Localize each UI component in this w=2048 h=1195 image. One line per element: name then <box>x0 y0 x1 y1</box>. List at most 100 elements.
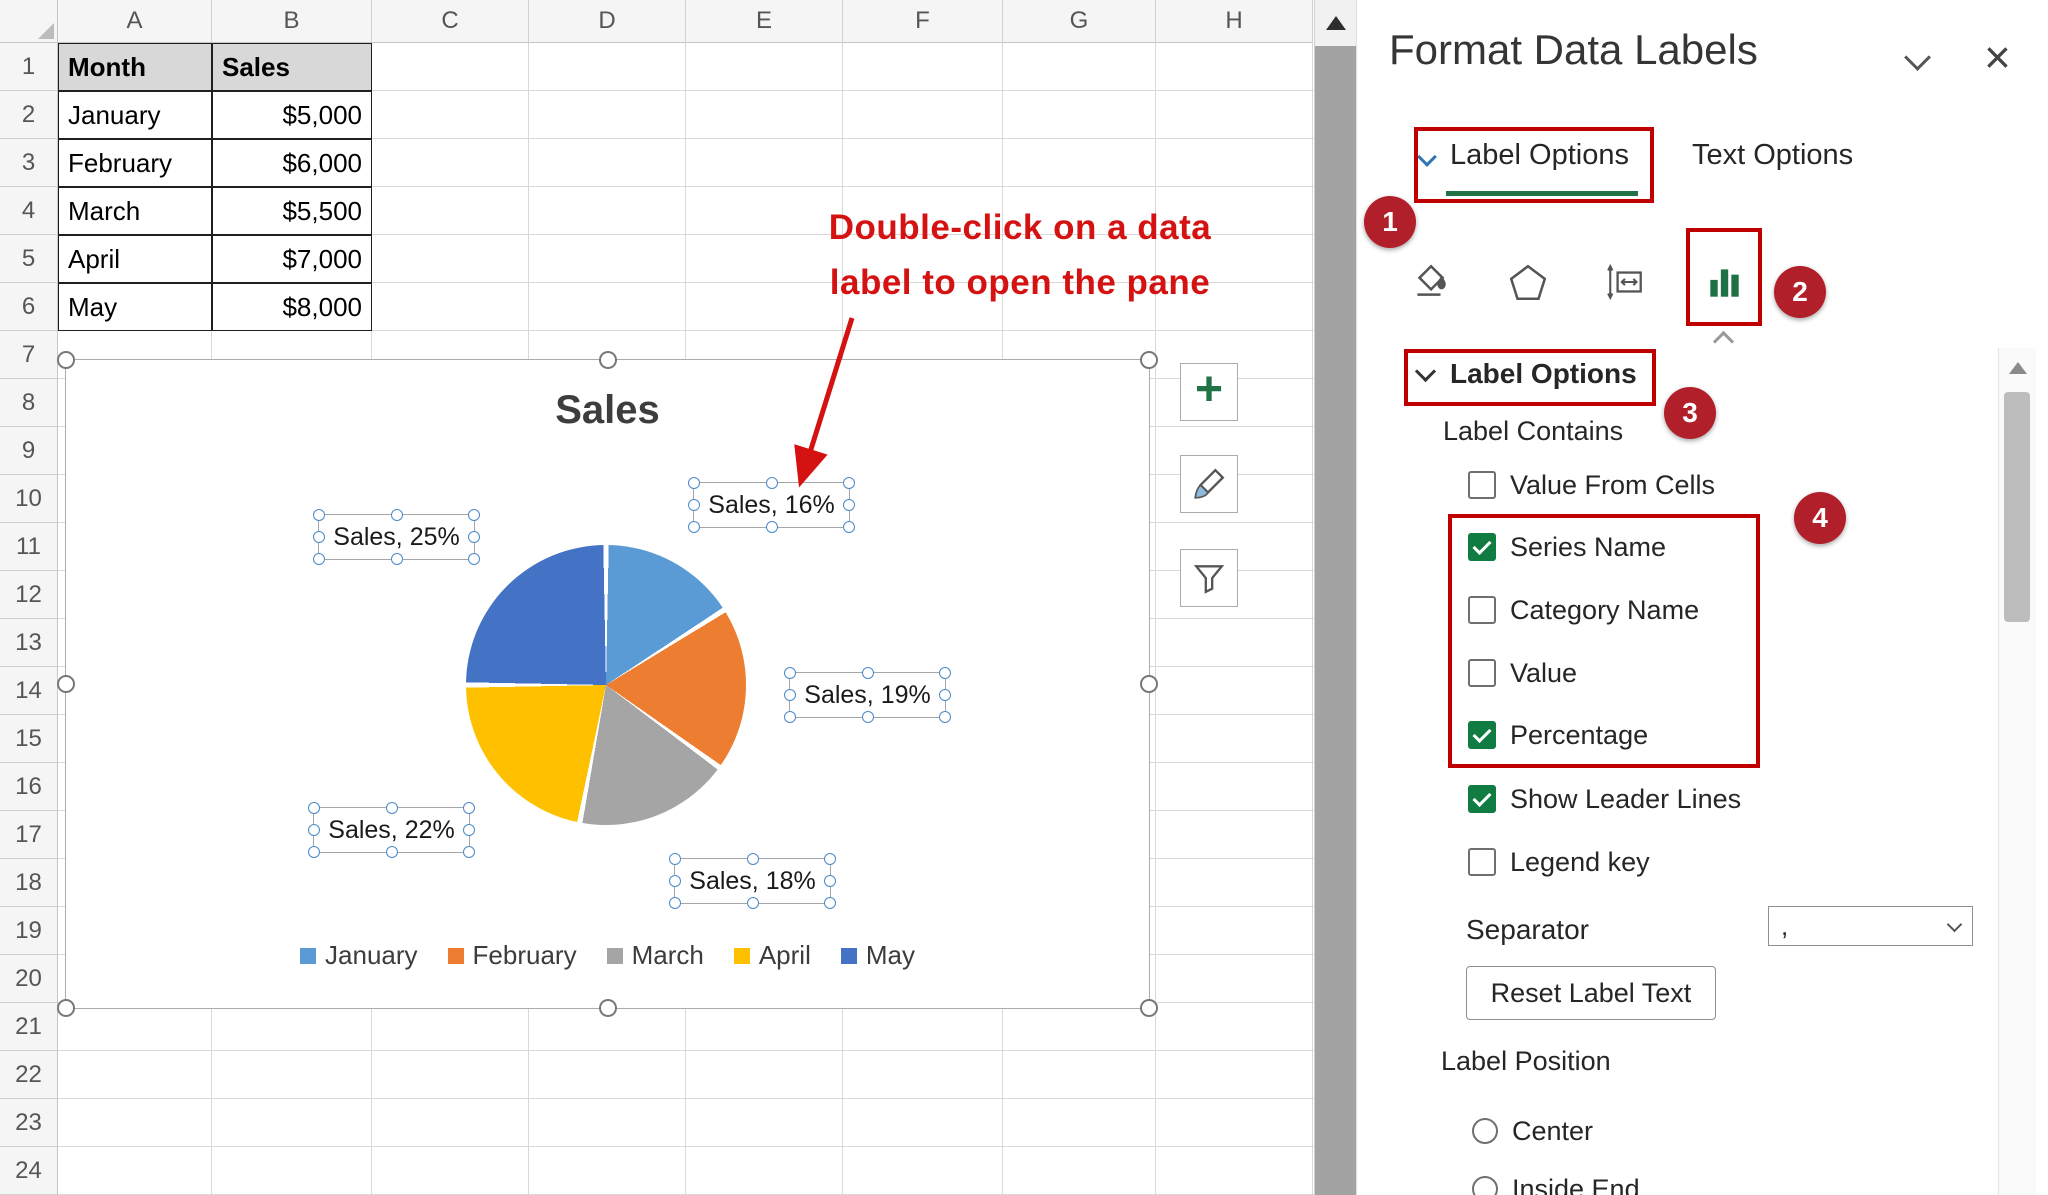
selection-handle[interactable] <box>313 553 325 565</box>
legend-item-january[interactable]: January <box>300 940 418 971</box>
selection-handle[interactable] <box>939 667 951 679</box>
row-header-8[interactable]: 8 <box>0 379 58 427</box>
pane-scrollbar-thumb[interactable] <box>2004 392 2030 622</box>
selection-handle[interactable] <box>57 675 75 693</box>
col-header-A[interactable]: A <box>58 0 212 43</box>
checkbox-category-name[interactable]: Category Name <box>1468 587 1699 633</box>
selection-handle[interactable] <box>313 509 325 521</box>
selection-handle[interactable] <box>463 846 475 858</box>
sheet-scrollbar[interactable] <box>1314 0 1356 1195</box>
chart-title[interactable]: Sales <box>66 388 1149 433</box>
selection-handle[interactable] <box>824 875 836 887</box>
row-header-7[interactable]: 7 <box>0 331 58 379</box>
selection-handle[interactable] <box>391 509 403 521</box>
selection-handle[interactable] <box>688 499 700 511</box>
col-header-B[interactable]: B <box>212 0 372 43</box>
checkbox-percentage[interactable]: Percentage <box>1468 712 1648 758</box>
checkbox-legend-key[interactable]: Legend key <box>1468 839 1650 885</box>
selection-handle[interactable] <box>57 999 75 1017</box>
legend-item-may[interactable]: May <box>841 940 915 971</box>
pane-close-icon[interactable]: × <box>1984 30 2011 84</box>
data-label-may[interactable]: Sales, 25% <box>318 514 475 560</box>
tab-label-options[interactable]: Label Options <box>1450 139 1629 172</box>
selection-handle[interactable] <box>939 689 951 701</box>
pane-scrollbar[interactable] <box>1998 348 2036 1195</box>
row-header-12[interactable]: 12 <box>0 571 58 619</box>
row-header-5[interactable]: 5 <box>0 235 58 283</box>
cell-sales-february[interactable]: $6,000 <box>212 139 372 187</box>
selection-handle[interactable] <box>669 875 681 887</box>
row-header-15[interactable]: 15 <box>0 715 58 763</box>
row-header-9[interactable]: 9 <box>0 427 58 475</box>
checkbox-box-category-name[interactable] <box>1468 596 1496 624</box>
checkbox-box-series-name[interactable] <box>1468 533 1496 561</box>
size-properties-tab[interactable] <box>1598 254 1654 310</box>
row-header-14[interactable]: 14 <box>0 667 58 715</box>
pie-plot[interactable] <box>466 545 746 825</box>
row-header-10[interactable]: 10 <box>0 475 58 523</box>
selection-handle[interactable] <box>939 711 951 723</box>
cell-month-may[interactable]: May <box>58 283 212 331</box>
checkbox-box-show-leader-lines[interactable] <box>1468 785 1496 813</box>
selection-handle[interactable] <box>599 351 617 369</box>
col-header-D[interactable]: D <box>529 0 686 43</box>
selection-handle[interactable] <box>669 897 681 909</box>
selection-handle[interactable] <box>57 351 75 369</box>
selection-handle[interactable] <box>1140 675 1158 693</box>
cell-month-march[interactable]: March <box>58 187 212 235</box>
checkbox-value[interactable]: Value <box>1468 650 1577 696</box>
separator-dropdown[interactable]: , <box>1768 906 1973 946</box>
legend-item-april[interactable]: April <box>734 940 811 971</box>
selection-handle[interactable] <box>599 999 617 1017</box>
row-header-11[interactable]: 11 <box>0 523 58 571</box>
selection-handle[interactable] <box>747 897 759 909</box>
selection-handle[interactable] <box>468 553 480 565</box>
row-header-20[interactable]: 20 <box>0 955 58 1003</box>
reset-label-text-button[interactable]: Reset Label Text <box>1466 966 1716 1020</box>
cell-month-january[interactable]: January <box>58 91 212 139</box>
radio-inside-end[interactable]: Inside End <box>1472 1166 1640 1195</box>
legend-item-march[interactable]: March <box>607 940 704 971</box>
selection-handle[interactable] <box>313 531 325 543</box>
row-header-24[interactable]: 24 <box>0 1147 58 1195</box>
cell-month-april[interactable]: April <box>58 235 212 283</box>
row-header-13[interactable]: 13 <box>0 619 58 667</box>
col-header-C[interactable]: C <box>372 0 529 43</box>
chart-filters-button[interactable] <box>1180 549 1238 607</box>
row-header-21[interactable]: 21 <box>0 1003 58 1051</box>
checkbox-value-from-cells[interactable]: Value From Cells <box>1468 462 1715 508</box>
checkbox-box-percentage[interactable] <box>1468 721 1496 749</box>
selection-handle[interactable] <box>688 477 700 489</box>
selection-handle[interactable] <box>391 553 403 565</box>
series-options-tab[interactable] <box>1696 254 1752 310</box>
checkbox-box-value[interactable] <box>1468 659 1496 687</box>
checkbox-show-leader-lines[interactable]: Show Leader Lines <box>1468 776 1741 822</box>
selection-handle[interactable] <box>1140 999 1158 1017</box>
selection-handle[interactable] <box>688 521 700 533</box>
row-header-16[interactable]: 16 <box>0 763 58 811</box>
row-header-1[interactable]: 1 <box>0 43 58 91</box>
selection-handle[interactable] <box>862 711 874 723</box>
col-header-H[interactable]: H <box>1156 0 1313 43</box>
selection-handle[interactable] <box>747 853 759 865</box>
legend-item-february[interactable]: February <box>448 940 577 971</box>
selection-handle[interactable] <box>843 521 855 533</box>
cell-header-month[interactable]: Month <box>58 43 212 91</box>
selection-handle[interactable] <box>784 689 796 701</box>
row-header-19[interactable]: 19 <box>0 907 58 955</box>
data-label-february[interactable]: Sales, 19% <box>789 672 946 718</box>
checkbox-series-name[interactable]: Series Name <box>1468 524 1666 570</box>
row-header-17[interactable]: 17 <box>0 811 58 859</box>
selection-handle[interactable] <box>308 824 320 836</box>
cell-month-february[interactable]: February <box>58 139 212 187</box>
tab-text-options[interactable]: Text Options <box>1692 139 1853 172</box>
cell-sales-may[interactable]: $8,000 <box>212 283 372 331</box>
selection-handle[interactable] <box>862 667 874 679</box>
effects-tab[interactable] <box>1500 254 1556 310</box>
data-label-april[interactable]: Sales, 22% <box>313 807 470 853</box>
chart-styles-button[interactable] <box>1180 455 1238 513</box>
pane-scroll-up-button[interactable] <box>1999 348 2036 388</box>
selection-handle[interactable] <box>766 521 778 533</box>
cell-sales-april[interactable]: $7,000 <box>212 235 372 283</box>
radio-center[interactable]: Center <box>1472 1108 1593 1154</box>
